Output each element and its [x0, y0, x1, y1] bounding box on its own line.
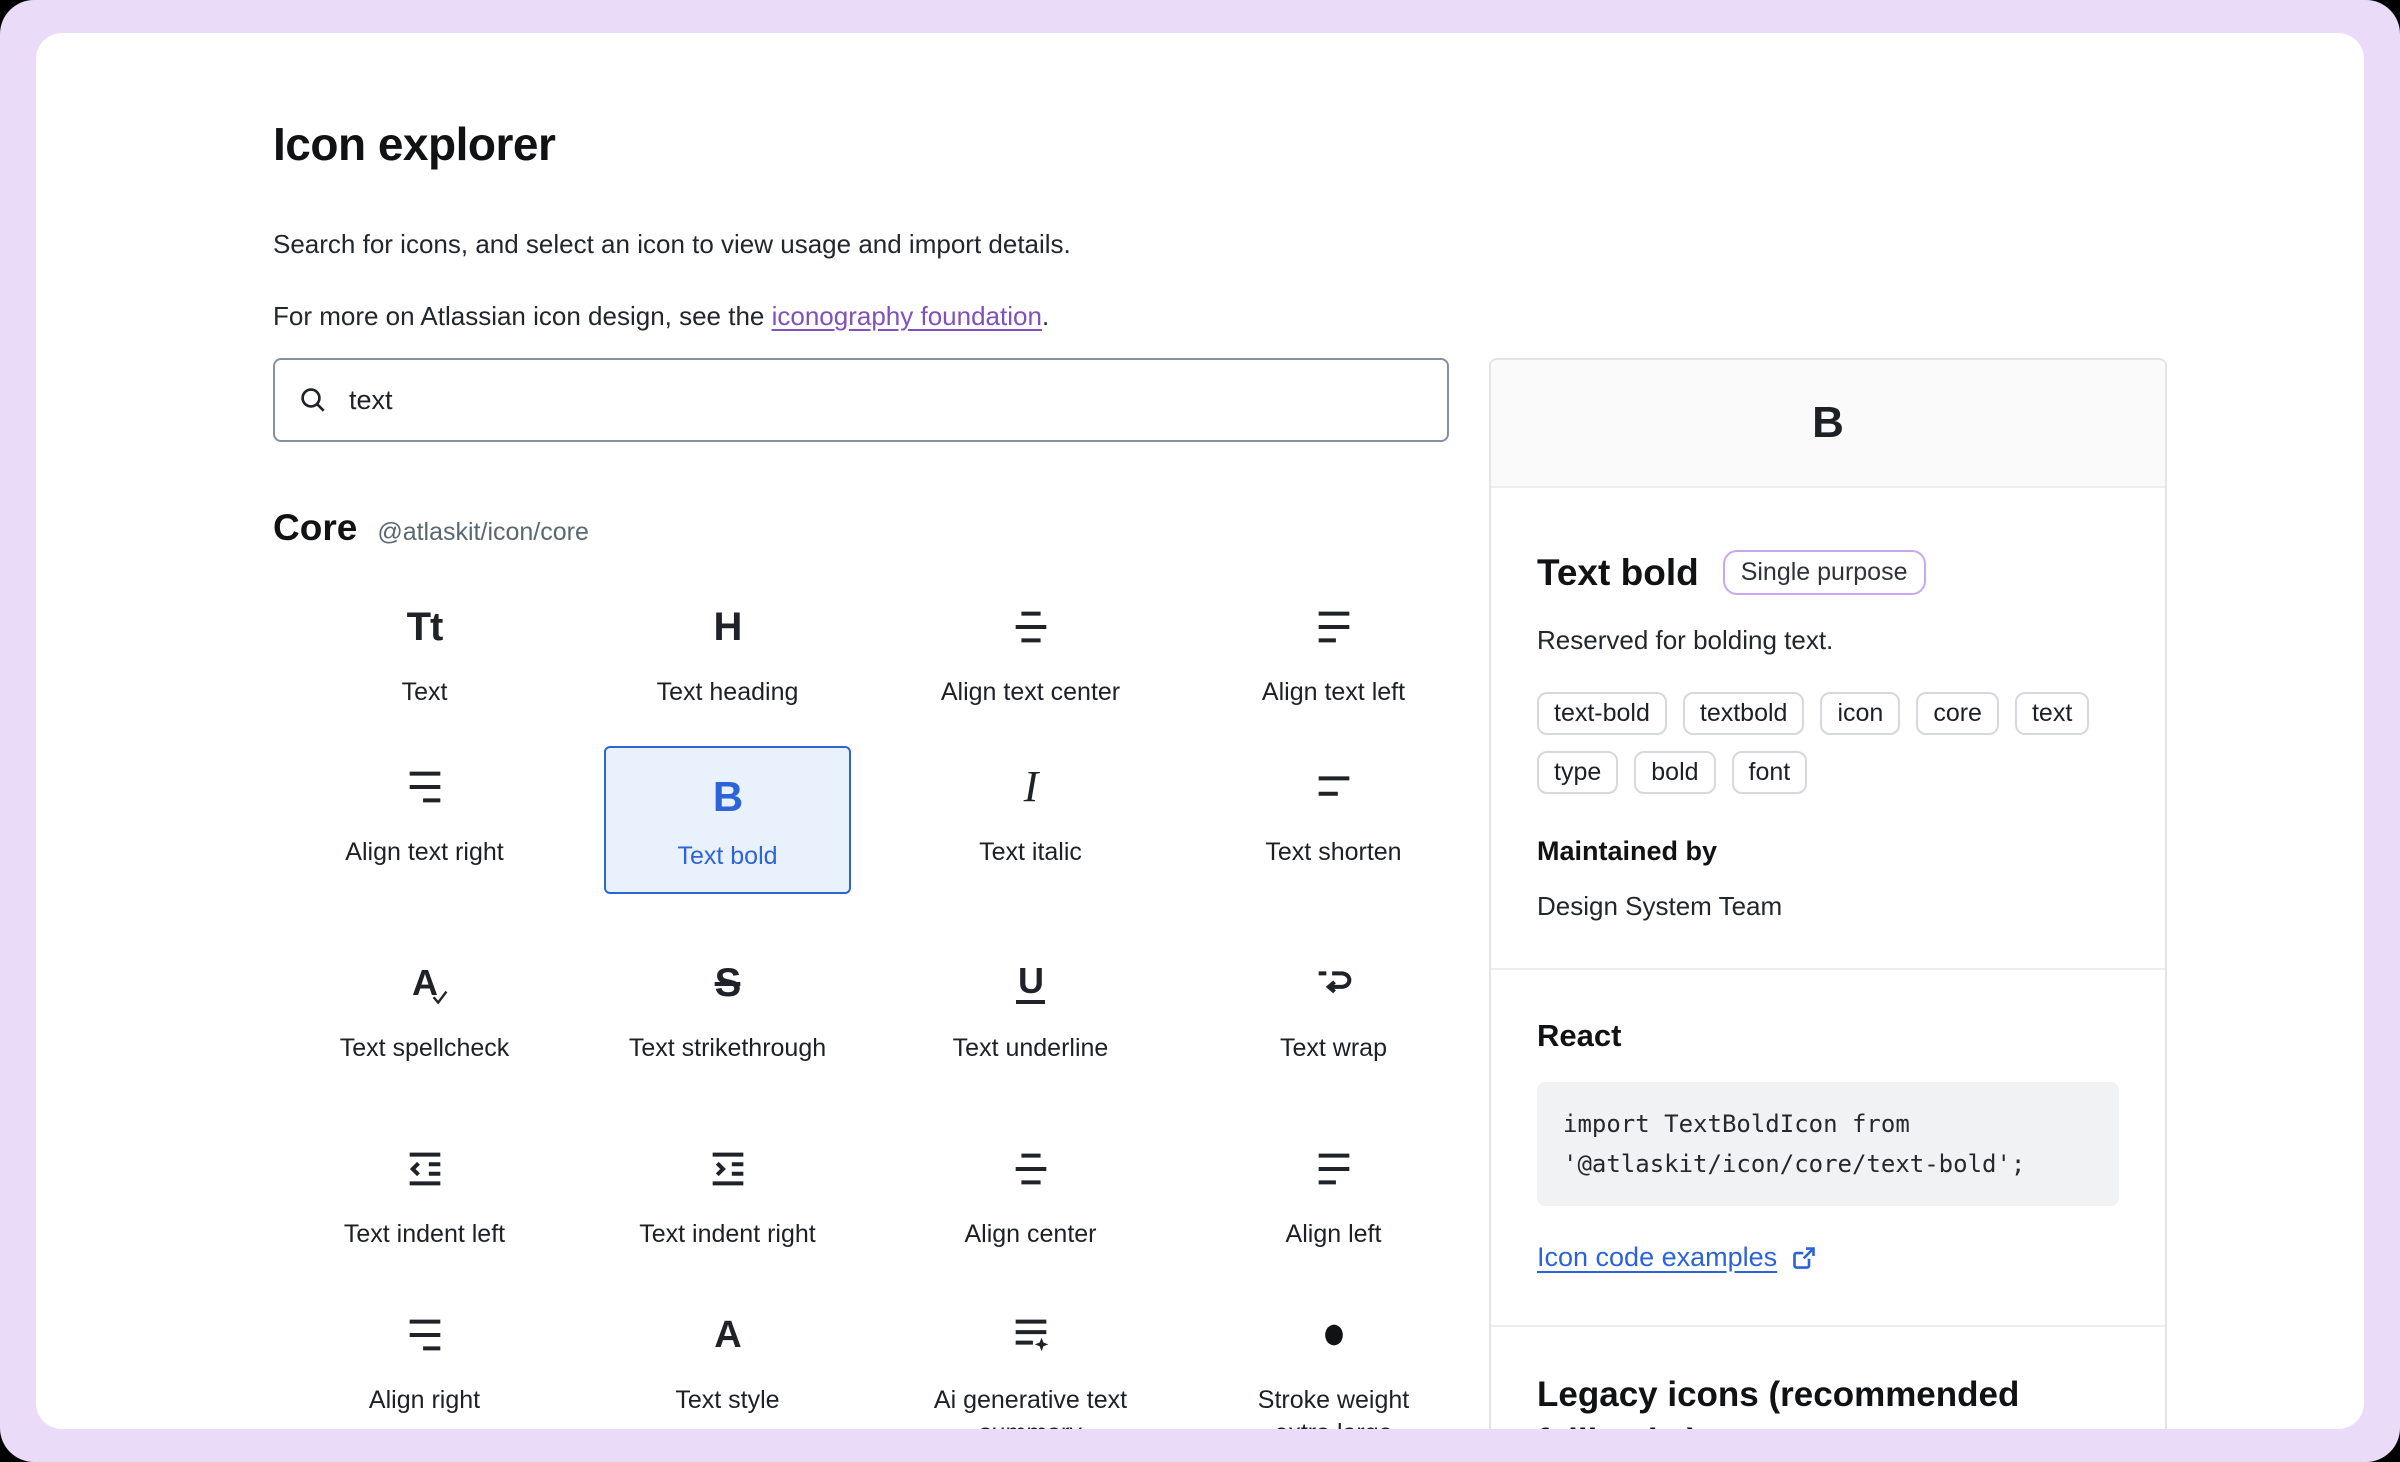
align-left-icon	[1311, 1140, 1357, 1198]
text-italic-icon: I	[1024, 758, 1038, 816]
maintained-by-heading: Maintained by	[1537, 836, 2119, 867]
text-underline-icon: U	[1016, 954, 1045, 1012]
single-purpose-badge: Single purpose	[1723, 550, 1926, 595]
intro-text: Search for icons, and select an icon to …	[273, 229, 1071, 260]
page-background: Icon explorer Search for icons, and sele…	[0, 0, 2400, 1462]
app-card: Icon explorer Search for icons, and sele…	[36, 33, 2364, 1429]
core-package-name: @atlaskit/icon/core	[377, 518, 589, 547]
core-title: Core	[273, 507, 357, 549]
section-divider	[1491, 968, 2165, 970]
tag-chip: text	[2015, 692, 2089, 735]
search-icon	[297, 384, 329, 416]
icon-tile-stroke-weight-extra-large[interactable]: Stroke weight extra large	[1182, 1294, 1485, 1429]
text-strikethrough-icon: S	[715, 954, 741, 1012]
icon-tile-text-underline[interactable]: U Text underline	[879, 942, 1182, 1128]
checkmark-icon	[429, 987, 451, 1009]
panel-body: Text bold Single purpose Reserved for bo…	[1491, 550, 2165, 1429]
tag-chip: bold	[1634, 751, 1715, 794]
icon-tile-text-indent-right[interactable]: Text indent right	[576, 1128, 879, 1294]
icon-tile-text[interactable]: Tt Text	[273, 586, 576, 746]
page-title: Icon explorer	[273, 117, 555, 171]
icon-tile-text-indent-left[interactable]: Text indent left	[273, 1128, 576, 1294]
panel-preview-header: B	[1491, 360, 2165, 488]
icon-tile-text-italic[interactable]: I Text italic	[879, 746, 1182, 942]
text-icon: Tt	[407, 598, 443, 656]
text-shorten-icon	[1311, 758, 1357, 816]
icon-detail-panel: B Text bold Single purpose Reserved for …	[1489, 358, 2167, 1429]
icon-tile-text-wrap[interactable]: Text wrap	[1182, 942, 1485, 1128]
more-text: For more on Atlassian icon design, see t…	[273, 301, 1049, 332]
text-indent-left-icon	[402, 1140, 448, 1198]
icon-tile-text-style[interactable]: A Text style	[576, 1294, 879, 1429]
text-spellcheck-icon: A	[412, 954, 437, 1012]
align-text-left-icon	[1311, 598, 1357, 656]
tag-chip: type	[1537, 751, 1618, 794]
selected-tile[interactable]: B Text bold	[604, 746, 851, 894]
icon-tile-text-heading[interactable]: H Text heading	[576, 586, 879, 746]
align-text-right-icon	[402, 758, 448, 816]
text-heading-icon: H	[714, 598, 742, 656]
text-bold-icon: B	[713, 768, 742, 826]
icon-code-examples-row: Icon code examples	[1537, 1242, 2119, 1273]
tag-chip: text-bold	[1537, 692, 1667, 735]
text-bold-preview-icon: B	[1812, 398, 1844, 448]
icon-tile-align-text-center[interactable]: Align text center	[879, 586, 1182, 746]
text-style-icon: A	[714, 1306, 740, 1364]
tag-chip: textbold	[1683, 692, 1805, 735]
section-divider	[1491, 1325, 2165, 1327]
icon-tile-text-shorten[interactable]: Text shorten	[1182, 746, 1485, 942]
align-right-icon	[402, 1306, 448, 1364]
icon-tile-align-center[interactable]: Align center	[879, 1128, 1182, 1294]
icon-code-examples-link[interactable]: Icon code examples	[1537, 1242, 1777, 1273]
import-code-block: import TextBoldIcon from '@atlaskit/icon…	[1537, 1082, 2119, 1206]
icon-tile-align-text-left[interactable]: Align text left	[1182, 586, 1485, 746]
align-center-icon	[1008, 1140, 1054, 1198]
text-wrap-icon	[1311, 954, 1357, 1012]
icon-tile-align-left[interactable]: Align left	[1182, 1128, 1485, 1294]
search-input[interactable]	[347, 384, 1425, 417]
icon-grid: Tt Text H Text heading Align text center…	[273, 586, 1485, 1429]
keyword-tags: text-bold textbold icon core text type b…	[1537, 692, 2119, 794]
text-indent-right-icon	[705, 1140, 751, 1198]
tag-chip: icon	[1820, 692, 1900, 735]
icon-tile-text-spellcheck[interactable]: A Text spellcheck	[273, 942, 576, 1128]
tag-chip: core	[1916, 692, 1999, 735]
icon-tile-align-text-right[interactable]: Align text right	[273, 746, 576, 942]
core-section-header: Core @atlaskit/icon/core	[273, 507, 589, 549]
legacy-icons-heading: Legacy icons (recommended fallbacks)	[1537, 1371, 2037, 1429]
stroke-weight-extra-large-icon	[1311, 1306, 1357, 1364]
panel-title: Text bold	[1537, 552, 1699, 594]
search-field[interactable]	[273, 358, 1449, 442]
icon-tile-text-bold-selected[interactable]: B Text bold	[576, 746, 879, 942]
icon-tile-align-right[interactable]: Align right	[273, 1294, 576, 1429]
external-link-icon	[1789, 1243, 1819, 1273]
align-text-center-icon	[1008, 598, 1054, 656]
react-heading: React	[1537, 1018, 2119, 1054]
maintained-by-value: Design System Team	[1537, 891, 2119, 922]
iconography-foundation-link[interactable]: iconography foundation	[772, 301, 1042, 331]
icon-tile-text-strikethrough[interactable]: S Text strikethrough	[576, 942, 879, 1128]
ai-generative-text-summary-icon	[1008, 1306, 1054, 1364]
icon-description: Reserved for bolding text.	[1537, 625, 2119, 656]
tag-chip: font	[1732, 751, 1808, 794]
icon-tile-ai-generative-text-summary[interactable]: Ai generative text summary	[879, 1294, 1182, 1429]
